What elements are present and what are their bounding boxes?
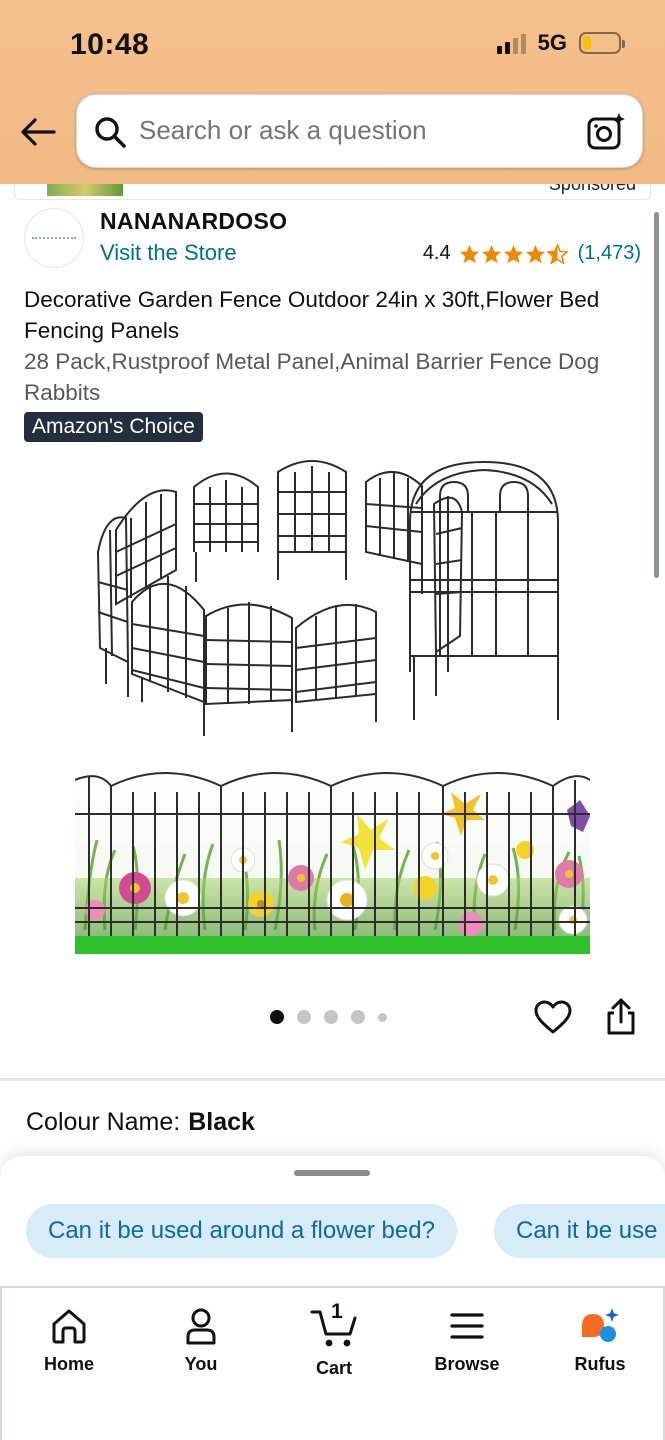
nav-browse-label: Browse xyxy=(434,1354,500,1374)
carousel-dot[interactable] xyxy=(270,1010,284,1024)
search-icon xyxy=(95,117,126,148)
nav-rufus[interactable]: Rufus xyxy=(545,1306,655,1375)
rufus-suggestions-sheet: Can it be used around a flower bed? Can … xyxy=(0,1156,665,1296)
search-bar[interactable] xyxy=(76,94,643,168)
product-image-secondary[interactable] xyxy=(75,770,590,954)
nav-cart-label: Cart xyxy=(315,1358,352,1378)
carousel-dot[interactable] xyxy=(378,1012,387,1022)
sheet-grabber[interactable] xyxy=(294,1170,370,1176)
app-header: 10:48 5G xyxy=(0,0,665,184)
nav-you-label: You xyxy=(184,1354,218,1374)
carousel-dot[interactable] xyxy=(324,1010,338,1024)
visit-store-link[interactable]: Visit the Store xyxy=(100,240,237,266)
nav-you[interactable]: You xyxy=(146,1306,256,1375)
camera-search-icon[interactable] xyxy=(586,112,626,152)
rufus-icon xyxy=(582,1308,619,1342)
status-indicators: 5G xyxy=(496,30,625,56)
rufus-question-chip[interactable]: Can it be used around a flower bed? xyxy=(26,1204,457,1258)
menu-icon xyxy=(450,1313,484,1339)
nav-home-label: Home xyxy=(43,1354,94,1374)
network-label: 5G xyxy=(537,30,567,55)
battery-icon xyxy=(579,32,625,54)
colour-label: Colour Name: xyxy=(26,1108,181,1136)
back-button[interactable] xyxy=(18,112,58,152)
star-full-icon xyxy=(525,244,545,263)
share-icon xyxy=(607,998,635,1035)
wishlist-button[interactable] xyxy=(532,996,574,1038)
section-divider xyxy=(0,1078,665,1081)
sponsored-thumbnail xyxy=(47,184,123,196)
rating-summary[interactable]: 4.4 (1,473) xyxy=(423,242,641,265)
carousel-dot[interactable] xyxy=(351,1010,365,1024)
share-button[interactable] xyxy=(600,996,642,1038)
product-image-main[interactable] xyxy=(76,452,590,742)
star-full-icon xyxy=(459,244,479,263)
star-rating xyxy=(459,243,568,264)
status-time: 10:48 xyxy=(70,28,150,61)
bottom-navigation: Home You 1 Cart Browse Rufus xyxy=(0,1286,665,1440)
colour-value: Black xyxy=(188,1108,255,1136)
heart-icon xyxy=(534,1000,572,1034)
person-icon xyxy=(186,1308,216,1345)
nav-home[interactable]: Home xyxy=(14,1306,124,1375)
nav-cart[interactable]: 1 Cart xyxy=(279,1300,389,1379)
review-count: (1,473) xyxy=(577,242,641,264)
page-scrollbar[interactable] xyxy=(654,212,659,578)
carousel-dot[interactable] xyxy=(297,1010,311,1024)
signal-icon xyxy=(496,32,526,54)
home-icon xyxy=(52,1309,86,1344)
back-arrow-icon xyxy=(21,118,56,146)
rating-value: 4.4 xyxy=(422,242,451,264)
star-half-icon xyxy=(546,243,568,264)
rufus-question-chip[interactable]: Can it be use xyxy=(494,1204,665,1258)
star-full-icon xyxy=(503,244,523,263)
product-title: Decorative Garden Fence Outdoor 24in x 3… xyxy=(24,287,600,343)
sponsored-card-clipped[interactable]: Sponsored xyxy=(14,184,651,200)
star-full-icon xyxy=(481,244,501,263)
store-logo[interactable] xyxy=(24,208,84,268)
search-input[interactable] xyxy=(139,115,559,146)
product-subtitle: 28 Pack,Rustproof Metal Panel,Animal Bar… xyxy=(24,349,600,405)
sponsored-label: Sponsored xyxy=(548,184,636,194)
amazons-choice-badge: Amazon's Choice xyxy=(24,412,203,442)
nav-browse[interactable]: Browse xyxy=(412,1306,522,1375)
cart-count-badge: 1 xyxy=(331,1300,343,1323)
brand-name: NANANARDOSO xyxy=(100,208,288,234)
colour-selector-label: Colour Name: Black xyxy=(26,1108,255,1137)
flower-fence-illustration xyxy=(75,770,590,954)
nav-rufus-label: Rufus xyxy=(574,1354,626,1374)
image-carousel-dots[interactable] xyxy=(270,1010,387,1024)
